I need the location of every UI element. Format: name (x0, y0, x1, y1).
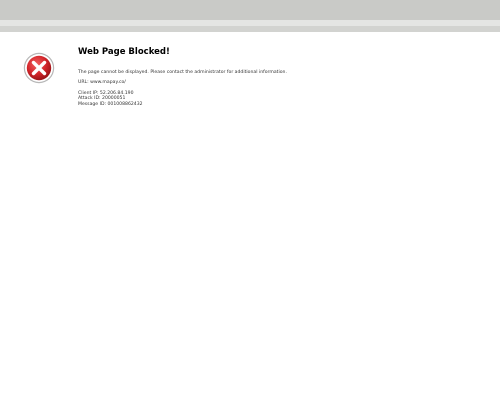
browser-top-bar (0, 0, 500, 20)
block-message: Web Page Blocked! The page cannot be dis… (78, 47, 478, 107)
page-title: Web Page Blocked! (78, 47, 170, 57)
error-icon (23, 52, 55, 84)
message-id-info: Message ID: 001008862432 (78, 101, 143, 107)
top-divider (0, 26, 500, 32)
